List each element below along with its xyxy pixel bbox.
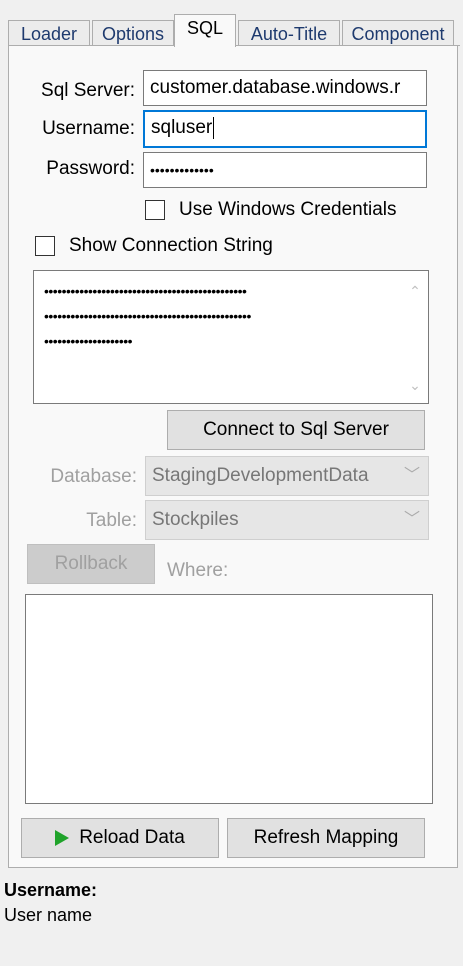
- show-connection-string-label: Show Connection String: [69, 235, 273, 256]
- scroll-down-arrow-icon[interactable]: ⌄: [408, 378, 422, 392]
- tab-auto-title[interactable]: Auto-Title: [238, 20, 340, 46]
- password-input[interactable]: •••••••••••••: [143, 152, 427, 188]
- text-caret: [213, 116, 215, 139]
- play-icon: [55, 829, 70, 846]
- rollback-button[interactable]: Rollback: [27, 544, 155, 584]
- reload-data-button[interactable]: Reload Data: [21, 818, 219, 858]
- show-connection-string-checkbox[interactable]: [35, 236, 55, 256]
- connection-string-text: ••••••••••••••••••••••••••••••••••••••••…: [44, 283, 251, 349]
- connect-to-sql-server-button[interactable]: Connect to Sql Server: [167, 410, 425, 450]
- sql-server-label: Sql Server:: [41, 80, 135, 101]
- scroll-up-arrow-icon[interactable]: ⌃: [408, 284, 422, 298]
- help-description: User name: [4, 905, 93, 925]
- sql-tab-panel: Sql Server: customer.database.windows.r …: [8, 46, 458, 868]
- table-label: Table:: [86, 510, 137, 531]
- database-label: Database:: [50, 466, 137, 487]
- table-select[interactable]: Stockpiles ﹀: [145, 500, 429, 540]
- use-windows-credentials-checkbox[interactable]: [145, 200, 165, 220]
- tab-component[interactable]: Component: [342, 20, 454, 46]
- where-label: Where:: [167, 560, 229, 581]
- password-label: Password:: [46, 158, 135, 179]
- where-textarea[interactable]: [25, 594, 433, 804]
- tab-sql[interactable]: SQL: [174, 14, 236, 47]
- database-select[interactable]: StagingDevelopmentData ﹀: [145, 456, 429, 496]
- help-title: Username:: [4, 880, 98, 900]
- username-input[interactable]: sqluser: [143, 110, 427, 148]
- refresh-mapping-button[interactable]: Refresh Mapping: [227, 818, 425, 858]
- connection-string-scrollbar[interactable]: ⌃ ⌄: [404, 273, 426, 401]
- tab-loader[interactable]: Loader: [8, 20, 90, 46]
- chevron-down-icon: ﹀: [403, 467, 420, 484]
- use-windows-credentials-label: Use Windows Credentials: [179, 199, 397, 220]
- tab-options[interactable]: Options: [92, 20, 174, 46]
- tab-strip: Loader Options SQL Auto-Title Component: [8, 14, 458, 47]
- connection-string-textarea[interactable]: ••••••••••••••••••••••••••••••••••••••••…: [33, 270, 429, 404]
- chevron-down-icon: ﹀: [403, 511, 420, 528]
- username-label: Username:: [42, 118, 135, 139]
- sql-server-input[interactable]: customer.database.windows.r: [143, 70, 427, 106]
